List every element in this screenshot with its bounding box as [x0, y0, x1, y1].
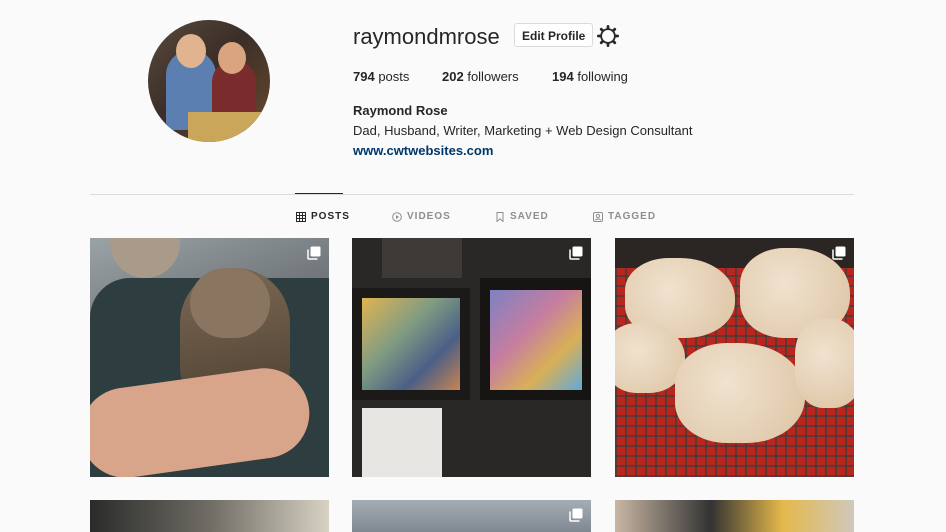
tab-tagged-label: TAGGED [608, 211, 657, 222]
profile-avatar[interactable] [148, 20, 270, 142]
post-tile[interactable] [615, 500, 854, 532]
grid-icon [296, 211, 306, 222]
bookmark-icon [496, 211, 504, 222]
profile-bio: Dad, Husband, Writer, Marketing + Web De… [353, 123, 693, 138]
photo-region [675, 343, 805, 443]
followers-label: followers [467, 69, 519, 84]
active-tab-indicator [295, 193, 343, 194]
profile-username: raymondmrose [353, 24, 500, 49]
tag-user-icon [593, 211, 603, 222]
photo-region [110, 238, 180, 278]
carousel-icon [569, 508, 583, 522]
post-tile[interactable] [352, 500, 591, 532]
post-tile[interactable] [615, 238, 854, 477]
avatar-figure [218, 42, 246, 74]
photo-region [190, 268, 270, 338]
tab-videos[interactable]: VIDEOS [392, 211, 451, 222]
followers-number: 202 [442, 69, 464, 84]
photo-region [382, 238, 462, 278]
gear-icon[interactable] [597, 25, 619, 47]
carousel-icon [307, 246, 321, 260]
tab-saved[interactable]: SAVED [495, 211, 549, 222]
tab-videos-label: VIDEOS [407, 211, 451, 222]
video-icon [392, 211, 402, 222]
followers-link[interactable]: 202 followers [442, 69, 519, 84]
photo-region [795, 318, 854, 408]
avatar-figure [176, 34, 206, 68]
posts-number: 794 [353, 69, 375, 84]
tab-posts[interactable]: POSTS [296, 211, 350, 222]
posts-count: 794 posts [353, 69, 409, 84]
photo-region [490, 290, 582, 390]
section-divider [90, 194, 854, 195]
post-tile[interactable] [90, 500, 329, 532]
following-link[interactable]: 194 following [552, 69, 628, 84]
following-number: 194 [552, 69, 574, 84]
post-tile[interactable] [90, 238, 329, 477]
carousel-icon [569, 246, 583, 260]
carousel-icon [832, 246, 846, 260]
photo-region [362, 298, 460, 390]
photo-region [362, 408, 442, 477]
posts-label: posts [378, 69, 410, 84]
avatar-table [188, 112, 268, 142]
post-tile[interactable] [352, 238, 591, 477]
profile-full-name: Raymond Rose [353, 103, 448, 118]
edit-profile-button[interactable]: Edit Profile [514, 23, 594, 47]
tab-posts-label: POSTS [311, 211, 350, 222]
profile-website-link[interactable]: www.cwtwebsites.com [353, 143, 493, 158]
tab-saved-label: SAVED [510, 211, 549, 222]
following-label: following [577, 69, 628, 84]
tab-tagged[interactable]: TAGGED [593, 211, 656, 222]
